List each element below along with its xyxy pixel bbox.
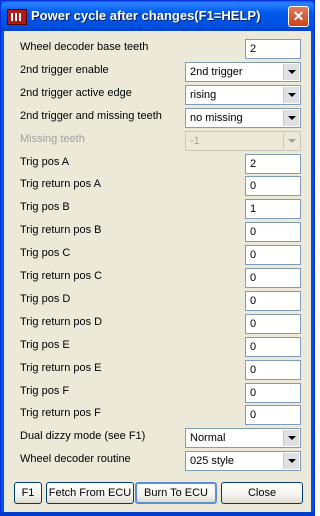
setting-label: Trig pos B	[20, 201, 70, 213]
value-input[interactable]: 2	[245, 39, 301, 59]
value-input[interactable]: 0	[245, 268, 301, 288]
setting-label: Trig pos A	[20, 156, 70, 168]
setting-row: Dual dizzy mode (see F1) Normal	[4, 426, 311, 448]
setting-label: 2nd trigger and missing teeth	[20, 110, 162, 122]
setting-row: 2nd trigger and missing teeth no missing	[4, 106, 311, 128]
window-title: Power cycle after changes(F1=HELP)	[31, 8, 261, 23]
app-icon	[7, 9, 27, 25]
chevron-down-icon	[283, 133, 299, 149]
setting-label: Trig return pos F	[20, 407, 101, 419]
setting-row: Trig return pos C 0	[4, 266, 311, 288]
setting-row: Missing teeth -1	[4, 129, 311, 151]
selected-value: rising	[190, 89, 217, 101]
value-input[interactable]: 2	[245, 154, 301, 174]
setting-label: Trig return pos E	[20, 362, 102, 374]
setting-label: Trig return pos B	[20, 224, 102, 236]
selected-value: 2nd trigger	[190, 66, 243, 78]
selected-value: 025 style	[190, 455, 235, 467]
value-input[interactable]: 0	[245, 222, 301, 242]
setting-row: Trig pos B 1	[4, 197, 311, 219]
setting-label: Trig return pos A	[20, 178, 101, 190]
button-bar: F1 Fetch From ECU Burn To ECU Close	[4, 479, 311, 509]
option-select[interactable]: no missing	[185, 108, 301, 128]
value-input[interactable]: 0	[245, 176, 301, 196]
selected-value: Normal	[190, 432, 226, 444]
chevron-down-icon[interactable]	[283, 87, 299, 103]
value-input[interactable]: 0	[245, 383, 301, 403]
setting-label: Wheel decoder routine	[20, 453, 131, 465]
fetch-from-ecu-button[interactable]: Fetch From ECU	[46, 482, 134, 504]
setting-row: Trig pos D 0	[4, 289, 311, 311]
setting-row: Trig pos C 0	[4, 243, 311, 265]
dialog-window: Power cycle after changes(F1=HELP) ✕ Whe…	[0, 0, 315, 516]
option-select[interactable]: 2nd trigger	[185, 62, 301, 82]
setting-label: Dual dizzy mode (see F1)	[20, 430, 146, 442]
value-input[interactable]: 0	[245, 291, 301, 311]
option-select[interactable]: 025 style	[185, 451, 301, 471]
setting-label: 2nd trigger active edge	[20, 87, 132, 99]
close-button[interactable]: Close	[221, 482, 303, 504]
setting-row: Trig pos A 2	[4, 152, 311, 174]
setting-row: 2nd trigger active edge rising	[4, 83, 311, 105]
value-input[interactable]: 0	[245, 245, 301, 265]
window-frame-bottom	[1, 512, 314, 515]
chevron-down-icon[interactable]	[283, 430, 299, 446]
setting-row: Trig return pos D 0	[4, 312, 311, 334]
option-select: -1	[185, 131, 301, 151]
chevron-down-icon[interactable]	[283, 110, 299, 126]
close-window-button[interactable]: ✕	[288, 6, 309, 27]
value-input[interactable]: 0	[245, 314, 301, 334]
title-bar[interactable]: Power cycle after changes(F1=HELP) ✕	[1, 1, 314, 31]
value-input[interactable]: 1	[245, 199, 301, 219]
setting-label: Trig pos F	[20, 385, 70, 397]
value-input[interactable]: 0	[245, 360, 301, 380]
setting-label: Trig pos E	[20, 339, 70, 351]
option-select[interactable]: Normal	[185, 428, 301, 448]
setting-label: Trig return pos C	[20, 270, 103, 282]
chevron-down-icon[interactable]	[283, 64, 299, 80]
setting-label: Trig pos D	[20, 293, 71, 305]
setting-row: Trig return pos F 0	[4, 403, 311, 425]
setting-row: Trig return pos E 0	[4, 358, 311, 380]
option-select[interactable]: rising	[185, 85, 301, 105]
setting-label: 2nd trigger enable	[20, 64, 109, 76]
setting-row: Trig return pos B 0	[4, 220, 311, 242]
setting-label: Wheel decoder base teeth	[20, 41, 149, 53]
value-input[interactable]: 0	[245, 337, 301, 357]
setting-row: Wheel decoder routine 025 style	[4, 449, 311, 471]
selected-value: -1	[190, 135, 200, 147]
dialog-body: Wheel decoder base teeth 2 2nd trigger ena…	[4, 31, 311, 512]
chevron-down-icon[interactable]	[283, 453, 299, 469]
setting-row: Trig pos F 0	[4, 381, 311, 403]
setting-label: Missing teeth	[20, 133, 85, 145]
f1-help-button[interactable]: F1	[14, 482, 42, 504]
setting-row: Trig pos E 0	[4, 335, 311, 357]
setting-row: 2nd trigger enable 2nd trigger	[4, 60, 311, 82]
setting-label: Trig return pos D	[20, 316, 103, 328]
setting-row: Wheel decoder base teeth 2	[4, 37, 311, 59]
setting-label: Trig pos C	[20, 247, 71, 259]
setting-row: Trig return pos A 0	[4, 174, 311, 196]
selected-value: no missing	[190, 112, 243, 124]
value-input[interactable]: 0	[245, 405, 301, 425]
close-icon: ✕	[292, 8, 305, 24]
burn-to-ecu-button[interactable]: Burn To ECU	[135, 482, 217, 504]
